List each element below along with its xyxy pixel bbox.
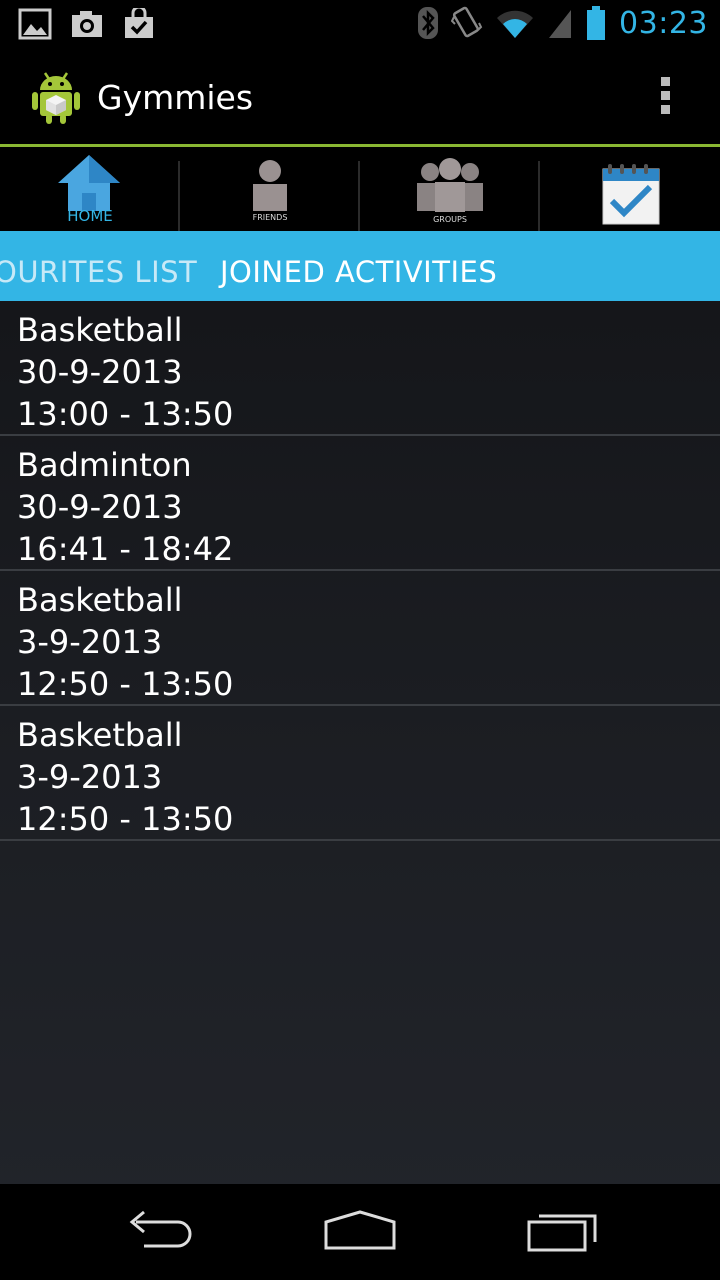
calendar-check-icon <box>602 164 660 225</box>
bluetooth-icon <box>417 6 439 40</box>
tab-friends[interactable]: FRIENDS <box>180 147 360 241</box>
tab-groups[interactable]: GROUPS <box>360 147 540 241</box>
tab-favourites-list[interactable]: OURITES LIST <box>0 255 197 289</box>
nav-home-icon[interactable] <box>322 1208 398 1256</box>
vibrate-icon <box>451 5 483 41</box>
app-title: Gymmies <box>97 78 254 117</box>
activity-name: Basketball <box>17 311 183 349</box>
tab-page-header: OURITES LIST JOINED ACTIVITIES <box>0 231 720 301</box>
activity-name: Badminton <box>17 446 192 484</box>
action-bar: Gymmies <box>0 50 720 144</box>
activity-date: 3-9-2013 <box>17 623 163 661</box>
activity-name: Basketball <box>17 716 183 754</box>
friend-icon <box>253 160 287 211</box>
tab-groups-label: GROUPS <box>433 215 467 224</box>
list-item[interactable]: Basketball 3-9-2013 12:50 - 13:50 <box>0 706 720 841</box>
battery-icon <box>585 5 607 41</box>
system-icons: 03:23 <box>417 5 708 41</box>
list-item[interactable]: Basketball 3-9-2013 12:50 - 13:50 <box>0 571 720 706</box>
tab-friends-label: FRIENDS <box>252 213 288 222</box>
activity-date: 30-9-2013 <box>17 353 183 391</box>
shopping-bag-check-icon <box>122 8 156 40</box>
activity-time: 16:41 - 18:42 <box>17 530 234 568</box>
recent-apps-icon[interactable] <box>526 1208 600 1256</box>
tab-joined-activities-title[interactable]: JOINED ACTIVITIES <box>220 255 497 289</box>
activity-list: Basketball 30-9-2013 13:00 - 13:50 Badmi… <box>0 301 720 841</box>
signal-icon <box>547 6 573 40</box>
groups-icon <box>417 158 483 212</box>
activity-date: 3-9-2013 <box>17 758 163 796</box>
activity-date: 30-9-2013 <box>17 488 183 526</box>
back-icon[interactable] <box>122 1208 196 1252</box>
activity-time: 12:50 - 13:50 <box>17 800 234 838</box>
overflow-menu-icon[interactable] <box>658 77 672 119</box>
navigation-bar <box>0 1184 720 1280</box>
camera-icon <box>70 8 104 40</box>
icon-tab-strip: HOME FRIENDS GROUPS <box>0 147 720 241</box>
android-app-icon[interactable] <box>30 68 82 130</box>
home-icon <box>58 155 120 211</box>
gallery-icon <box>18 8 52 40</box>
clock: 03:23 <box>619 5 708 41</box>
wifi-icon <box>495 6 535 40</box>
activity-name: Basketball <box>17 581 183 619</box>
activity-time: 13:00 - 13:50 <box>17 395 234 433</box>
activity-time: 12:50 - 13:50 <box>17 665 234 703</box>
status-bar: 03:23 <box>0 0 720 50</box>
screen: 03:23 Gymmies HOME FRIENDS GROUPS OURITE… <box>0 0 720 1280</box>
tab-joined-activities[interactable] <box>540 147 720 241</box>
list-item[interactable]: Badminton 30-9-2013 16:41 - 18:42 <box>0 436 720 571</box>
tab-home[interactable]: HOME <box>0 147 180 241</box>
notification-icons <box>18 8 156 40</box>
list-item[interactable]: Basketball 30-9-2013 13:00 - 13:50 <box>0 301 720 436</box>
tab-home-label: HOME <box>67 207 113 225</box>
